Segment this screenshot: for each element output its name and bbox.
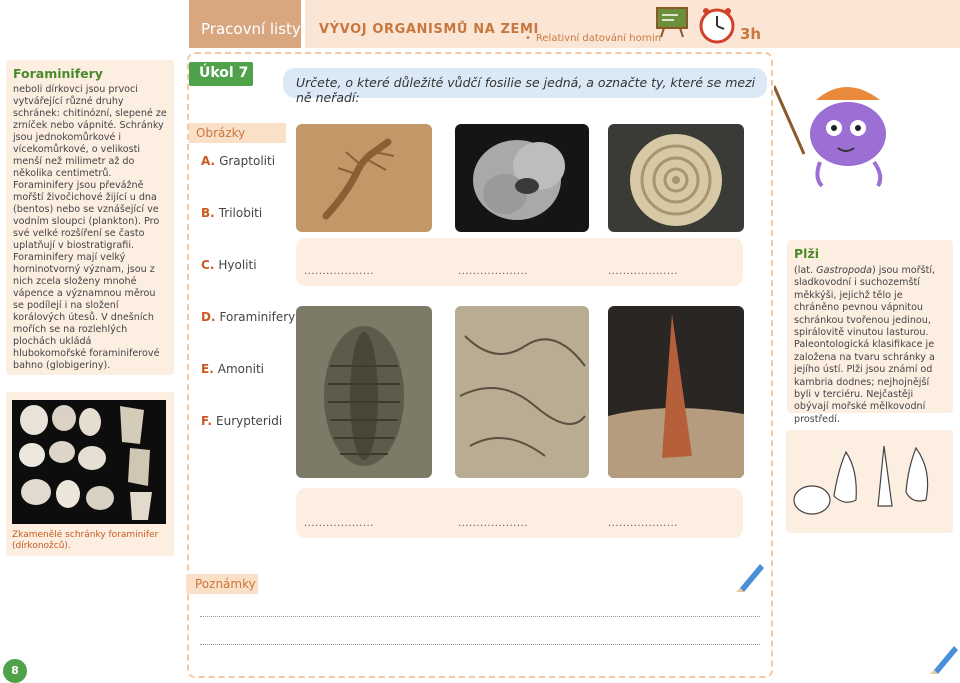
info-title: Plži [794, 246, 820, 261]
note-line[interactable] [200, 644, 760, 645]
gastropoda-info-box: Plži (lat. Gastropoda) jsou mořští, slad… [787, 240, 953, 425]
pencil-icon [930, 646, 958, 674]
option-text: Foraminifery [219, 310, 296, 324]
option-b[interactable]: B. Trilobiti [201, 206, 262, 220]
option-text: Amoniti [217, 362, 264, 376]
chalkboard-icon [656, 7, 688, 38]
foraminifera-photo [12, 400, 166, 524]
option-d[interactable]: D. Foraminifery [201, 310, 295, 324]
info-text: neboli dírkovci jsou prvoci vytvářející … [13, 84, 167, 371]
notes-label: Poznámky [186, 574, 258, 594]
option-c[interactable]: C. Hyoliti [201, 258, 257, 272]
option-text: Hyoliti [218, 258, 257, 272]
fossil-image-eurypterid [296, 124, 432, 232]
fossil-image-foraminifera [455, 124, 589, 232]
option-f[interactable]: F. Eurypteridi [201, 414, 282, 428]
answer-blank-1[interactable]: ................... [304, 266, 374, 277]
shells-illustration [786, 430, 953, 533]
info-text: (lat. Gastropoda) jsou mořští, sladkovod… [794, 265, 946, 426]
option-letter: C. [201, 258, 215, 272]
pencil-icon [736, 564, 764, 592]
fossil-image-ammonite [608, 124, 744, 232]
answer-blank-2[interactable]: ................... [458, 266, 528, 277]
text-before: (lat. [794, 265, 817, 276]
mascot-illustration [774, 85, 886, 188]
photo-caption: Zkamenělé schránky foraminifer (dírkonož… [12, 530, 159, 551]
images-label: Obrázky [189, 123, 286, 143]
answer-blank-4[interactable]: ................... [304, 518, 374, 529]
answer-blank-6[interactable]: ................... [608, 518, 678, 529]
option-letter: E. [201, 362, 214, 376]
option-letter: B. [201, 206, 215, 220]
foraminifera-info-box: Foraminifery neboli dírkovci jsou prvoci… [6, 60, 174, 375]
page-subtitle: Relativní datování hornin [525, 33, 661, 44]
duration-label: 3h [740, 25, 762, 43]
option-text: Graptoliti [219, 154, 276, 168]
page-title: VÝVOJ ORGANISMŮ NA ZEMI [319, 22, 539, 37]
worksheet-tab: Pracovní listy [189, 0, 301, 48]
option-letter: F. [201, 414, 212, 428]
answer-box-row2[interactable]: ................... ................... … [296, 488, 743, 538]
option-text: Eurypteridi [216, 414, 283, 428]
page-number: 8 [3, 659, 27, 683]
option-letter: D. [201, 310, 216, 324]
title-bar-right [772, 0, 960, 48]
task-instruction: Určete, o které důležité vůdčí fosilie s… [283, 68, 767, 105]
foraminifera-photo-box: Zkamenělé schránky foraminifer (dírkonož… [6, 392, 174, 556]
answer-blank-3[interactable]: ................... [608, 266, 678, 277]
clock-icon [699, 8, 735, 44]
option-text: Trilobiti [218, 206, 263, 220]
fossil-image-graptolite [455, 306, 589, 478]
page-header: Pracovní listy VÝVOJ ORGANISMŮ NA ZEMI R… [0, 0, 960, 48]
note-line[interactable] [200, 616, 760, 617]
option-a[interactable]: A. Graptoliti [201, 154, 275, 168]
fossil-image-trilobite [296, 306, 432, 478]
answer-box-row1[interactable]: ................... ................... … [296, 238, 743, 286]
latin-name: Gastropoda [816, 265, 872, 276]
fossil-image-hyolith [608, 306, 744, 478]
task-label: Úkol 7 [189, 62, 253, 86]
option-letter: A. [201, 154, 216, 168]
answer-blank-5[interactable]: ................... [458, 518, 528, 529]
text-after: ) jsou mořští, sladkovodní i suchozemští… [794, 265, 936, 425]
option-e[interactable]: E. Amoniti [201, 362, 264, 376]
info-title: Foraminifery [13, 66, 103, 81]
